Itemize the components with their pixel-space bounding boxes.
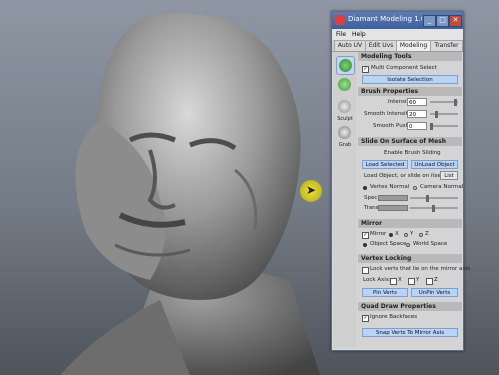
camera-normal-label: Camera Normal — [420, 184, 464, 190]
vertex-normal-label: Vertex Normal — [370, 184, 410, 190]
smooth-intensity-field[interactable]: 20 — [407, 110, 427, 118]
menu-help[interactable]: Help — [352, 31, 366, 38]
trans-slider-handle[interactable] — [432, 205, 435, 212]
lock-axis-label: Lock Axis: — [363, 277, 391, 283]
maximize-button[interactable]: □ — [436, 15, 449, 27]
object-space-radio[interactable] — [363, 243, 367, 247]
window-title: Diamant Modeling 1.0 al... — [348, 15, 422, 23]
tab-modeling[interactable]: Modeling — [396, 40, 431, 51]
app-icon — [335, 15, 345, 25]
ignore-backfaces-label: Ignore Backfaces — [370, 314, 418, 320]
section-header-modeling-tools: Modeling Tools — [358, 52, 462, 61]
enable-brush-sliding-label[interactable]: Enable Brush Sliding — [384, 150, 441, 156]
tool-sidebar: Sculpt Grab — [333, 52, 357, 348]
trans-value-bar[interactable] — [378, 205, 408, 211]
multi-component-select-label: Multi Component Select — [371, 65, 437, 71]
lock-verts-checkbox[interactable] — [362, 267, 369, 274]
sculpted-head-mesh — [60, 13, 320, 375]
smooth-intensity-label: Smooth Intensity: — [364, 111, 413, 117]
section-header-vertex-locking: Vertex Locking — [358, 254, 462, 263]
lock-axis-x-label: X — [398, 277, 402, 283]
snap-verts-button[interactable]: Snap Verts To Mirror Axis — [362, 328, 458, 337]
spec-slider[interactable] — [410, 197, 458, 199]
ignore-backfaces-checkbox[interactable]: ✓ — [362, 315, 369, 322]
lock-axis-z-checkbox[interactable] — [426, 278, 433, 285]
mirror-checkbox[interactable]: ✓ — [362, 232, 369, 239]
menu-file[interactable]: File — [336, 31, 346, 38]
arrow-pointer-icon: ➤ — [306, 183, 317, 197]
vertex-normal-radio[interactable] — [363, 186, 367, 190]
lock-axis-z-label: Z — [434, 277, 438, 283]
section-header-quad-draw: Quad Draw Properties — [358, 302, 462, 311]
mirror-axis-x-radio[interactable] — [389, 233, 393, 237]
tab-bar: Auto UV Edit Uvs Modeling Transfer — [332, 40, 463, 52]
multi-component-select-checkbox[interactable]: ✓ — [362, 66, 369, 73]
modeling-tool-icon[interactable] — [336, 56, 355, 75]
section-header-mirror: Mirror — [358, 219, 462, 228]
close-button[interactable]: ✕ — [449, 15, 462, 27]
object-space-label: Object Space — [370, 241, 407, 247]
trans-label: Trans — [364, 205, 379, 211]
camera-normal-radio[interactable] — [413, 186, 417, 190]
tab-edit-uvs[interactable]: Edit Uvs — [365, 40, 397, 51]
isolate-selection-button[interactable]: Isolate Selection — [362, 75, 458, 84]
smooth-intensity-slider-handle[interactable] — [435, 111, 438, 118]
modeling-panel: Modeling Tools ✓ Multi Component Select … — [358, 52, 470, 349]
mirror-label: Mirror — [370, 231, 387, 237]
smooth-push-field[interactable]: 0 — [407, 122, 427, 130]
diamant-modeling-window[interactable]: Diamant Modeling 1.0 al... _ □ ✕ File He… — [331, 11, 470, 351]
smooth-push-slider-handle[interactable] — [430, 123, 433, 130]
green-sphere-tool-icon[interactable] — [336, 76, 353, 93]
spec-slider-handle[interactable] — [426, 195, 429, 202]
mirror-axis-y-radio[interactable] — [404, 233, 408, 237]
menu-bar: File Help — [332, 29, 463, 40]
lock-axis-x-checkbox[interactable] — [390, 278, 397, 285]
grab-tool-icon[interactable] — [336, 124, 353, 141]
spec-label: Spec — [364, 195, 378, 201]
world-space-label: World Space — [413, 241, 448, 247]
mirror-axis-z-radio[interactable] — [419, 233, 423, 237]
intensity-field[interactable]: 60 — [407, 98, 427, 106]
window-titlebar[interactable]: Diamant Modeling 1.0 al... _ □ ✕ — [332, 12, 463, 29]
grab-label: Grab — [338, 142, 352, 148]
lock-axis-y-label: Y — [416, 277, 420, 283]
brush-cursor: ➤ — [300, 180, 322, 202]
pin-verts-button[interactable]: Pin Verts — [362, 288, 408, 297]
mirror-axis-y-label: Y — [410, 231, 414, 237]
world-space-radio[interactable] — [406, 243, 410, 247]
tab-auto-uv[interactable]: Auto UV — [334, 40, 366, 51]
sculpt-label: Sculpt — [337, 116, 353, 122]
minimize-button[interactable]: _ — [423, 15, 436, 27]
load-or-slide-label: Load Object, or slide on itself — [364, 173, 445, 179]
unpin-verts-button[interactable]: UnPin Verts — [411, 288, 458, 297]
smooth-push-label: Smooth Push: — [373, 123, 411, 129]
lock-axis-y-checkbox[interactable] — [408, 278, 415, 285]
list-button[interactable]: List — [440, 171, 458, 180]
sculpt-tool-icon[interactable] — [336, 98, 353, 115]
intensity-slider-handle[interactable] — [454, 99, 457, 106]
section-header-slide-on-surface: Slide On Surface of Mesh — [358, 137, 462, 146]
spec-value-bar[interactable] — [378, 195, 408, 201]
mirror-axis-z-label: Z — [425, 231, 429, 237]
section-header-brush-properties: Brush Properties — [358, 87, 462, 96]
unload-object-button[interactable]: UnLoad Object — [411, 160, 458, 169]
smooth-push-slider[interactable] — [430, 125, 458, 127]
mirror-axis-x-label: X — [395, 231, 399, 237]
tab-transfer[interactable]: Transfer — [430, 40, 463, 51]
load-selected-button[interactable]: Load Selected — [362, 160, 408, 169]
lock-verts-label: Lock verts that lie on the mirror axis — [370, 266, 471, 272]
